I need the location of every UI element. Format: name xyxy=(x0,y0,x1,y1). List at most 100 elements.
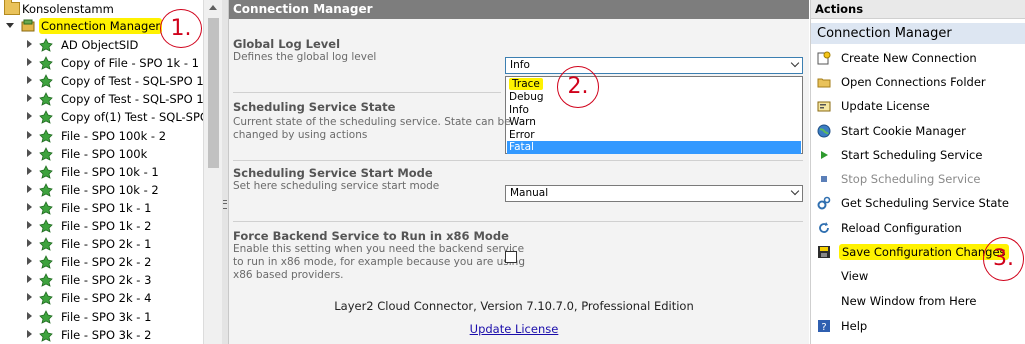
connection-icon xyxy=(39,56,53,70)
log-level-option-warn[interactable]: Warn xyxy=(507,116,801,129)
tree-item[interactable]: Copy of Test - SQL-SPO 10 xyxy=(0,90,203,108)
connection-icon xyxy=(39,110,53,125)
actions-pane: Actions Connection Manager Create New Co… xyxy=(810,0,1025,344)
tree-item-label: Copy of File - SPO 1k - 1 xyxy=(61,56,199,71)
log-level-select[interactable]: Info xyxy=(505,57,803,74)
action-update-license[interactable]: Update License xyxy=(815,96,1025,116)
expand-arrow-icon[interactable] xyxy=(27,40,32,48)
tree-item[interactable]: File - SPO 100k - 2 xyxy=(0,127,203,145)
tree-item[interactable]: File - SPO 1k - 2 xyxy=(0,217,203,235)
expand-arrow-icon[interactable] xyxy=(27,58,32,67)
expand-arrow-icon[interactable] xyxy=(27,275,32,284)
log-level-option-trace[interactable]: Trace xyxy=(507,78,801,91)
action-start-scheduling-service[interactable]: Start Scheduling Service xyxy=(815,145,1025,165)
grip-icon xyxy=(223,200,227,209)
chevron-down-icon[interactable] xyxy=(790,186,800,196)
license-icon xyxy=(817,101,831,112)
gears-icon xyxy=(817,196,831,210)
tree-item[interactable]: File - SPO 100k xyxy=(0,145,203,163)
expand-arrow-icon[interactable] xyxy=(27,221,32,229)
tree-item-label: Copy of Test - SQL-SPO 10 xyxy=(61,92,203,107)
expand-arrow-icon[interactable] xyxy=(27,130,32,139)
connection-icon xyxy=(39,146,53,161)
action-open-connections-folder[interactable]: Open Connections Folder xyxy=(815,72,1025,92)
expand-arrow-icon[interactable] xyxy=(27,293,32,302)
tree-item[interactable]: File - SPO 2k - 2 xyxy=(0,253,203,271)
x86-checkbox[interactable] xyxy=(505,251,517,263)
actions-title: Actions xyxy=(811,0,1025,19)
expand-arrow-icon[interactable] xyxy=(27,94,32,103)
action-start-cookie-manager[interactable]: Start Cookie Manager xyxy=(815,121,1025,141)
tree-item-label: Copy of Test - SQL-SPO 10 xyxy=(61,74,203,89)
expand-arrow-icon[interactable] xyxy=(27,257,32,266)
expand-arrow-icon[interactable] xyxy=(27,329,32,338)
tree-item[interactable]: File - SPO 1k - 1 xyxy=(0,199,203,217)
tree-item[interactable]: File - SPO 2k - 4 xyxy=(0,289,203,307)
tree-item[interactable]: Copy of(1) Test - SQL-SPO xyxy=(0,108,203,126)
folder-icon xyxy=(817,78,831,88)
divider xyxy=(233,221,803,222)
tree-item[interactable]: File - SPO 2k - 1 xyxy=(0,235,203,253)
help-icon: ? xyxy=(818,320,830,333)
expand-arrow-icon[interactable] xyxy=(27,184,32,193)
actions-subheader[interactable]: Connection Manager xyxy=(811,23,1025,44)
expand-arrow-icon[interactable] xyxy=(27,112,32,121)
expand-arrow-icon[interactable] xyxy=(27,76,32,85)
sched-state-desc-2: changed by using actions xyxy=(233,129,368,141)
action-help[interactable]: ? Help xyxy=(815,316,1025,336)
tree-item[interactable]: Copy of Test - SQL-SPO 10 xyxy=(0,72,203,90)
log-level-option-info[interactable]: Info xyxy=(507,104,801,117)
connection-icon xyxy=(39,327,53,342)
tree-root-label: Konsolenstamm xyxy=(22,2,114,16)
sched-state-title: Scheduling Service State xyxy=(233,100,396,114)
update-license-link[interactable]: Update License xyxy=(470,322,559,336)
tree-item-label: AD ObjectSID xyxy=(61,38,139,52)
scroll-thumb[interactable] xyxy=(208,18,219,168)
tree-item[interactable]: File - SPO 3k - 1 xyxy=(0,308,203,326)
connection-icon xyxy=(39,219,53,233)
tree-scrollbar[interactable] xyxy=(203,0,223,344)
stop-icon xyxy=(821,176,827,182)
tree-item-label: File - SPO 2k - 3 xyxy=(61,273,152,288)
panel-header: Connection Manager xyxy=(229,0,809,19)
tree-selected-label: Connection Manager xyxy=(39,18,163,34)
start-mode-value: Manual xyxy=(510,187,549,199)
log-level-option-debug[interactable]: Debug xyxy=(507,91,801,104)
connection-icon xyxy=(39,273,53,288)
tree-item[interactable]: File - SPO 2k - 3 xyxy=(0,271,203,289)
expand-arrow-icon[interactable] xyxy=(27,311,32,320)
tree-item-label: File - SPO 3k - 2 xyxy=(61,327,152,342)
create-connection-icon xyxy=(817,51,831,65)
callout-3: 3. xyxy=(983,237,1024,281)
callout-2: 2. xyxy=(557,66,599,108)
expand-arrow-icon[interactable] xyxy=(27,166,32,175)
sched-mode-title: Scheduling Service Start Mode xyxy=(233,166,433,180)
tree-item[interactable]: Copy of File - SPO 1k - 1 xyxy=(0,54,203,72)
sched-mode-desc: Set here scheduling service start mode xyxy=(233,180,440,192)
tree-item-label: File - SPO 100k xyxy=(61,146,148,161)
action-get-scheduling-service-state[interactable]: Get Scheduling Service State xyxy=(815,193,1025,213)
action-reload-configuration[interactable]: Reload Configuration xyxy=(815,218,1025,238)
tree-item[interactable]: File - SPO 3k - 2 xyxy=(0,326,203,344)
log-level-option-fatal[interactable]: Fatal xyxy=(507,141,801,154)
tree-item[interactable]: File - SPO 10k - 2 xyxy=(0,181,203,199)
log-level-option-error[interactable]: Error xyxy=(507,129,801,142)
expand-arrow-icon[interactable] xyxy=(27,239,32,248)
chevron-down-icon[interactable] xyxy=(790,58,800,68)
scroll-up-icon[interactable] xyxy=(209,5,217,10)
tree-item-label: Copy of(1) Test - SQL-SPO xyxy=(61,110,203,125)
expand-arrow-icon[interactable] xyxy=(27,202,32,211)
log-level-dropdown-list: Trace Debug Info Warn Error Fatal xyxy=(505,76,803,154)
pane-splitter[interactable] xyxy=(222,0,229,344)
connection-icon xyxy=(39,291,53,306)
start-mode-select[interactable]: Manual xyxy=(505,185,803,202)
globe-icon xyxy=(817,124,831,138)
tree-item[interactable]: File - SPO 10k - 1 xyxy=(0,163,203,181)
action-create-new-connection[interactable]: Create New Connection xyxy=(815,48,1025,68)
action-new-window-from-here[interactable]: New Window from Here xyxy=(815,291,1025,311)
play-icon xyxy=(821,151,828,159)
console-tree: Konsolenstamm Connection Manager AD Obje… xyxy=(0,0,203,344)
log-level-title: Global Log Level xyxy=(233,37,341,51)
expand-arrow-icon[interactable] xyxy=(27,148,32,157)
collapse-arrow-icon[interactable] xyxy=(6,23,14,28)
